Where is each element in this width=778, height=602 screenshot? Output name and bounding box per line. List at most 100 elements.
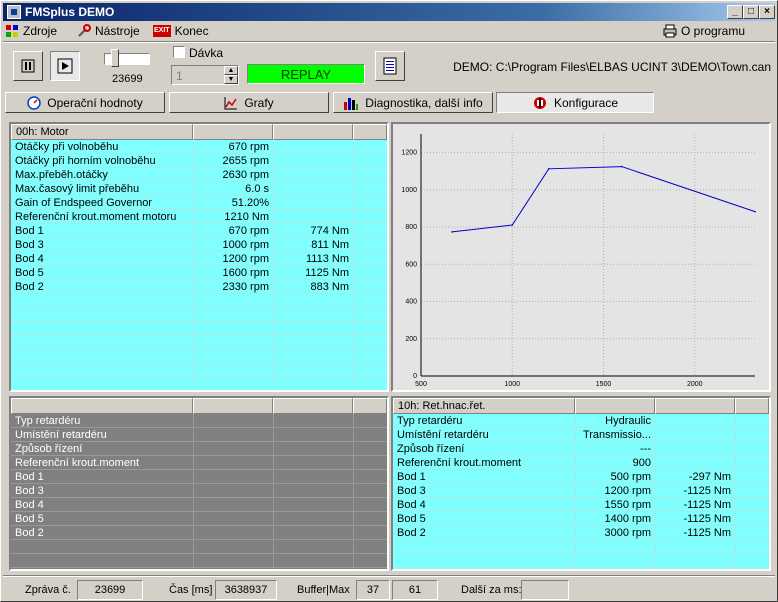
status-separator (3, 575, 775, 577)
row-value: -1125 Nm (683, 513, 731, 525)
menu-konec[interactable]: EXIT Konec (153, 23, 209, 39)
batch-checkbox[interactable] (173, 46, 185, 58)
tab-grafy[interactable]: Grafy (169, 92, 329, 113)
table-row: Bod 3 1200 rpm -1125 Nm (393, 484, 735, 498)
menu-zdroje[interactable]: Zdroje (5, 23, 57, 39)
slider-thumb[interactable] (111, 49, 119, 67)
row-name: Referenční krout.moment (15, 457, 140, 469)
header-col3 (655, 398, 735, 414)
row-name: Bod 3 (15, 485, 44, 497)
play-button[interactable] (50, 51, 80, 81)
data-point (547, 168, 550, 170)
bar-chart-icon (344, 97, 359, 110)
row-name: Bod 1 (15, 471, 44, 483)
tab-konfigurace[interactable]: Konfigurace (496, 92, 654, 113)
row-name: Bod 4 (397, 499, 426, 511)
row-value (273, 526, 353, 540)
tools-icon (78, 24, 91, 37)
speed-slider[interactable] (104, 49, 150, 67)
maximize-button[interactable]: □ (743, 5, 759, 19)
row-value (273, 154, 353, 168)
row-name: Typ retardéru (15, 415, 81, 427)
table-row: Otáčky při horním volnoběhu 2655 rpm (11, 154, 353, 168)
row-name: Bod 4 (15, 499, 44, 511)
row-name: Max.časový limit přeběhu (15, 183, 140, 195)
row-value: -297 Nm (688, 471, 731, 483)
close-button[interactable]: × (759, 5, 775, 19)
row-name: Bod 3 (15, 239, 44, 251)
retarder-right-header: 10h: Ret.hnac.řet. (393, 398, 769, 414)
column-divider (735, 414, 736, 569)
row-value: 1200 rpm (604, 485, 651, 497)
spin-up-button[interactable]: ▲ (224, 66, 238, 75)
pause-icon (21, 59, 35, 73)
row-name: Otáčky při horním volnoběhu (15, 155, 156, 167)
table-row: Referenční krout.moment (11, 456, 353, 470)
row-name: Bod 1 (15, 225, 44, 237)
retarder-right-table: Typ retardéru Hydraulic Umístění retardéru… (393, 414, 769, 569)
row-value: 1000 rpm (222, 239, 269, 251)
row-name: Bod 1 (397, 471, 426, 483)
table-row: Typ retardéru (11, 414, 353, 428)
row-name: Max.přeběh.otáčky (15, 169, 108, 181)
table-row: Bod 5 1400 rpm -1125 Nm (393, 512, 735, 526)
table-row: Umístění retardéru (11, 428, 353, 442)
menu-nastroje-label: Nástroje (95, 24, 140, 38)
row-value: 1600 rpm (222, 267, 269, 279)
header-col4 (353, 124, 387, 140)
batch-label: Dávka (189, 46, 224, 60)
row-value: -1125 Nm (683, 485, 731, 497)
log-button[interactable] (375, 51, 405, 81)
minimize-button[interactable]: _ (727, 5, 743, 19)
y-tick-label: 1000 (401, 187, 417, 194)
buffer-label: Buffer|Max (297, 584, 350, 596)
row-value: --- (640, 443, 651, 455)
app-window: FMSplus DEMO _ □ × Zdroje Nástroje EXIT … (0, 0, 778, 602)
tab-diagnostika[interactable]: Diagnostika, další info (333, 92, 493, 113)
header-col4 (735, 398, 769, 414)
row-value (273, 168, 353, 182)
motor-table: Otáčky při volnoběhu 670 rpm Otáčky při ho… (11, 140, 387, 390)
row-value (193, 428, 273, 442)
row-name: Způsob řízení (15, 443, 83, 455)
x-tick-label: 2000 (687, 381, 703, 388)
table-row: Umístění retardéru Transmissio... (393, 428, 735, 442)
spin-down-button[interactable]: ▼ (224, 75, 238, 84)
row-value: 1200 rpm (222, 253, 269, 265)
row-value: 1550 rpm (604, 499, 651, 511)
row-value: 883 Nm (310, 281, 349, 293)
table-row: Způsob řízení --- (393, 442, 735, 456)
column-divider (353, 414, 354, 569)
row-name: Bod 5 (397, 513, 426, 525)
row-value: 670 rpm (228, 225, 269, 237)
row-value: -1125 Nm (683, 499, 731, 511)
table-row: Bod 3 (11, 484, 353, 498)
row-value (655, 456, 735, 470)
table-row: Otáčky při volnoběhu 670 rpm (11, 140, 353, 154)
table-row: Gain of Endspeed Governor 51.20% (11, 196, 353, 210)
chart-icon (224, 96, 238, 109)
title-bar[interactable]: FMSplus DEMO _ □ × (3, 3, 775, 21)
motor-panel-header: 00h: Motor (11, 124, 387, 140)
time-label: Čas [ms] (169, 584, 213, 596)
data-point (451, 231, 453, 233)
tab-operacni-hodnoty[interactable]: Operační hodnoty (5, 92, 165, 113)
exit-icon: EXIT (153, 25, 171, 37)
chart-panel: 0 200 400 600 800 1000 1200 500 1000 1500 2000 (391, 122, 771, 392)
next-value (521, 580, 569, 600)
batch-spinner[interactable]: 1 ▲ ▼ (171, 65, 239, 85)
row-name: Bod 2 (15, 281, 44, 293)
row-value (273, 140, 353, 154)
table-row: Max.přeběh.otáčky 2630 rpm (11, 168, 353, 182)
row-value (273, 414, 353, 428)
retarder-left-header (11, 398, 387, 414)
column-divider (353, 140, 354, 390)
pause-button[interactable] (13, 51, 43, 81)
menu-nastroje[interactable]: Nástroje (77, 23, 140, 39)
menu-about[interactable]: O programu (663, 23, 745, 39)
row-value (273, 512, 353, 526)
buffer-max-value: 61 (392, 580, 438, 600)
row-value (193, 456, 273, 470)
y-tick-label: 600 (405, 261, 417, 268)
row-value (273, 442, 353, 456)
